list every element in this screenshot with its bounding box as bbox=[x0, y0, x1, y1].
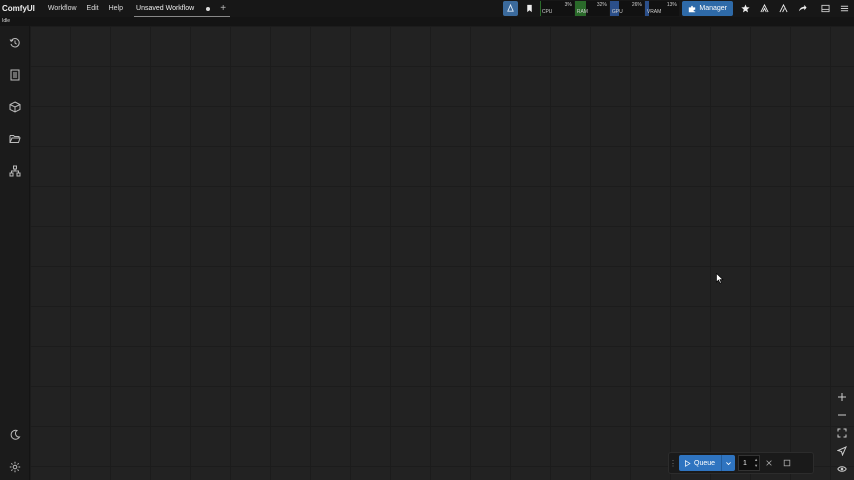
graph-canvas[interactable] bbox=[30, 26, 854, 480]
tab-label: Unsaved Workflow bbox=[136, 5, 195, 12]
history-icon bbox=[9, 37, 20, 47]
cpu-usage-fill bbox=[539, 1, 541, 16]
hamburger-menu-button[interactable] bbox=[837, 1, 852, 16]
cpu-monitor: CPU 3% bbox=[539, 1, 574, 16]
vram-label: VRAM bbox=[646, 9, 662, 15]
fit-view-button[interactable] bbox=[833, 424, 850, 442]
ram-percent: 32% bbox=[596, 2, 607, 8]
hamburger-icon bbox=[840, 5, 849, 12]
fit-view-icon bbox=[837, 428, 846, 438]
share-icon bbox=[798, 4, 807, 12]
close-icon bbox=[766, 460, 772, 466]
theme-toggle-button[interactable] bbox=[6, 426, 23, 443]
menu-workflow[interactable]: Workflow bbox=[48, 5, 77, 12]
model-manager-button[interactable] bbox=[757, 1, 772, 16]
model-icon bbox=[760, 4, 769, 13]
gpu-percent: 26% bbox=[631, 2, 642, 8]
manager-label: Manager bbox=[699, 5, 727, 12]
queue-button[interactable]: Queue bbox=[679, 455, 722, 471]
eye-icon bbox=[836, 466, 847, 472]
unsaved-dot-icon bbox=[206, 6, 211, 11]
sidebar-item-queue-history[interactable] bbox=[6, 34, 23, 51]
bookmark-button[interactable] bbox=[522, 1, 537, 16]
stop-icon bbox=[783, 459, 791, 467]
chevron-down-icon bbox=[726, 461, 731, 465]
workflows-folder-icon bbox=[9, 134, 21, 143]
model-download-button[interactable] bbox=[776, 1, 791, 16]
status-strip: Idle bbox=[0, 17, 854, 26]
cpu-percent: 3% bbox=[564, 2, 572, 8]
sidebar bbox=[0, 26, 30, 480]
vram-percent: 13% bbox=[666, 2, 677, 8]
zoom-out-icon bbox=[837, 414, 846, 416]
sidebar-item-model-library[interactable] bbox=[6, 98, 23, 115]
queue-mode-dropdown[interactable] bbox=[721, 455, 736, 471]
gpu-monitor: GPU 26% bbox=[609, 1, 644, 16]
model-library-icon bbox=[9, 100, 20, 113]
canvas-zoom-controls bbox=[833, 388, 850, 478]
sidebar-item-node-library[interactable] bbox=[6, 162, 23, 179]
toggle-bottom-panel-button[interactable] bbox=[818, 1, 833, 16]
menu-help[interactable]: Help bbox=[109, 5, 123, 12]
zoom-in-button[interactable] bbox=[833, 388, 850, 406]
stop-button[interactable] bbox=[778, 455, 796, 471]
gpu-label: GPU bbox=[611, 9, 623, 15]
drag-handle-icon[interactable]: ⋮ bbox=[669, 459, 677, 468]
share-button[interactable] bbox=[795, 1, 810, 16]
interrupt-button[interactable] bbox=[760, 455, 778, 471]
ram-monitor: RAM 32% bbox=[574, 1, 609, 16]
settings-button[interactable] bbox=[6, 458, 23, 475]
batch-count-value: 1 bbox=[743, 459, 747, 467]
bookmark-icon bbox=[527, 4, 533, 13]
play-icon bbox=[685, 459, 691, 467]
add-tab-button[interactable]: + bbox=[220, 3, 226, 14]
vram-monitor: VRAM 13% bbox=[644, 1, 679, 16]
batch-count-stepper[interactable]: ▲ ▼ bbox=[754, 457, 758, 469]
queue-action-bar: ⋮ Queue 1 ▲ ▼ bbox=[668, 452, 814, 474]
app-logo[interactable]: ComfyUI bbox=[2, 4, 35, 13]
manager-button[interactable]: Manager bbox=[682, 1, 733, 16]
panel-icon bbox=[821, 4, 830, 13]
queue-list-icon bbox=[10, 69, 19, 80]
ram-label: RAM bbox=[576, 9, 588, 15]
status-text: Idle bbox=[2, 18, 11, 24]
top-menu-bar: ComfyUI Workflow Edit Help Unsaved Workf… bbox=[0, 0, 854, 17]
zoom-in-icon bbox=[837, 393, 846, 401]
star-icon bbox=[741, 4, 750, 13]
sailboat-icon bbox=[507, 4, 515, 12]
batch-count-input[interactable]: 1 ▲ ▼ bbox=[738, 455, 761, 471]
sidebar-item-workflows[interactable] bbox=[6, 130, 23, 147]
menu-edit[interactable]: Edit bbox=[87, 5, 99, 12]
queue-label: Queue bbox=[694, 459, 716, 467]
favorites-button[interactable] bbox=[738, 1, 753, 16]
moon-icon bbox=[10, 429, 20, 440]
tab-unsaved-workflow[interactable]: Unsaved Workflow bbox=[134, 0, 231, 17]
cpu-label: CPU bbox=[541, 9, 553, 15]
mouse-cursor-icon bbox=[716, 273, 724, 284]
gear-icon bbox=[9, 461, 20, 472]
node-library-icon bbox=[9, 165, 20, 176]
puzzle-icon bbox=[689, 5, 696, 12]
sidebar-item-queue[interactable] bbox=[6, 66, 23, 83]
navigate-icon bbox=[836, 446, 847, 456]
top-right-toolbar: CPU 3% RAM 32% GPU 26% VRAM 13% Manager bbox=[501, 0, 854, 17]
navigate-button[interactable] bbox=[833, 442, 850, 460]
download-model-icon bbox=[779, 4, 788, 13]
comfy-focus-button[interactable] bbox=[503, 1, 519, 16]
zoom-out-button[interactable] bbox=[833, 406, 850, 424]
toggle-visibility-button[interactable] bbox=[833, 460, 850, 478]
